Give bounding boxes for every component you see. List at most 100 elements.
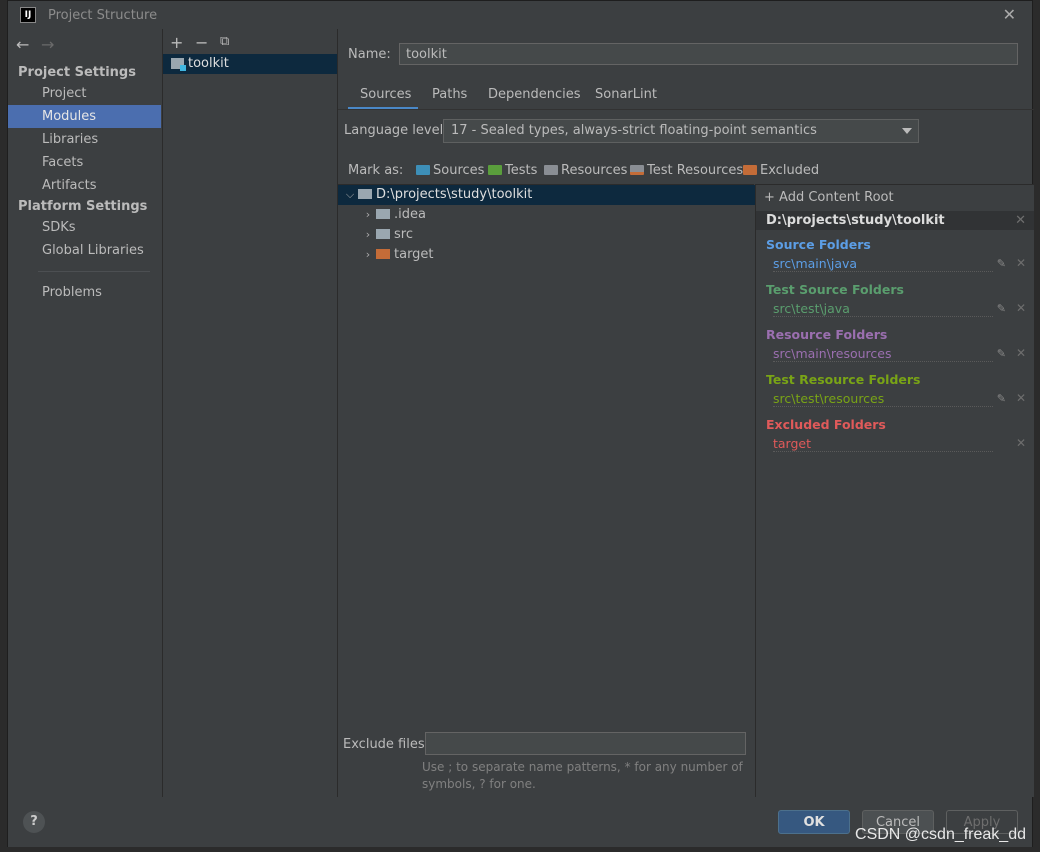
sources-folder-icon	[416, 165, 430, 175]
chevron-right-icon[interactable]: ›	[360, 225, 376, 245]
sidebar-item-project[interactable]: Project	[8, 82, 161, 105]
tests-folder-icon	[488, 165, 502, 175]
tree-item-label: D:\projects\study\toolkit	[376, 187, 533, 202]
edit-pencil-icon[interactable]: ✎	[997, 392, 1006, 405]
watermark: CSDN @csdn_freak_dd	[855, 826, 1026, 843]
module-name-input[interactable]	[399, 43, 1018, 65]
content-root-header: D:\projects\study\toolkit ✕	[756, 211, 1034, 230]
project-settings-heading: Project Settings	[18, 65, 136, 80]
folder-icon	[376, 229, 390, 239]
source-folder-path: src\main\java	[773, 256, 993, 272]
chevron-down-icon	[902, 128, 912, 134]
folder-icon	[358, 189, 372, 199]
exclude-files-hint: Use ; to separate name patterns, * for a…	[422, 759, 752, 793]
edit-pencil-icon[interactable]: ✎	[997, 302, 1006, 315]
settings-sidebar: ← → Project Settings Project Modules Lib…	[8, 29, 163, 797]
content-roots-panel: + Add Content Root D:\projects\study\too…	[755, 184, 1034, 797]
mark-as-excluded-label: Excluded	[760, 163, 820, 178]
hint-line-2: symbols, ? for one.	[422, 777, 536, 791]
project-structure-dialog: IJ Project Structure ✕ ← → Project Setti…	[7, 0, 1034, 847]
sidebar-item-libraries[interactable]: Libraries	[8, 128, 161, 151]
remove-folder-icon[interactable]: ✕	[1016, 301, 1026, 315]
hint-line-1: Use ; to separate name patterns, * for a…	[422, 760, 743, 774]
excluded-folder-icon	[743, 165, 757, 175]
mark-as-excluded-button[interactable]: Excluded	[743, 163, 819, 178]
tab-dependencies[interactable]: Dependencies	[488, 87, 581, 102]
tree-item-label: target	[394, 247, 434, 262]
close-icon[interactable]: ✕	[1003, 5, 1016, 24]
language-level-label: Language level:	[344, 123, 448, 138]
sidebar-item-facets[interactable]: Facets	[8, 151, 161, 174]
mark-as-tests-button[interactable]: Tests	[488, 163, 537, 178]
module-details: Name: Sources Paths Dependencies SonarLi…	[338, 29, 1034, 798]
test-source-folders-heading: Test Source Folders	[766, 282, 904, 297]
tree-item-src[interactable]: › src	[338, 225, 776, 245]
window-title: Project Structure	[48, 8, 158, 23]
mark-as-label: Mark as:	[348, 163, 404, 178]
source-folders-heading: Source Folders	[766, 237, 871, 252]
resources-folder-icon	[544, 165, 558, 175]
tree-item-label: src	[394, 227, 413, 242]
tab-paths[interactable]: Paths	[432, 87, 467, 102]
tree-item-root[interactable]: ⌵ D:\projects\study\toolkit	[338, 185, 758, 205]
test-source-folder-path: src\test\java	[773, 301, 993, 317]
back-arrow-icon[interactable]: ←	[16, 35, 29, 54]
sidebar-item-global-libraries[interactable]: Global Libraries	[8, 239, 161, 262]
tree-item-label: .idea	[394, 207, 426, 222]
test-resource-folder-path: src\test\resources	[773, 391, 993, 407]
tree-item-target[interactable]: › target	[338, 245, 776, 265]
excluded-folders-heading: Excluded Folders	[766, 417, 886, 432]
remove-folder-icon[interactable]: ✕	[1016, 346, 1026, 360]
mark-as-sources-label: Sources	[433, 163, 485, 178]
excluded-folder-icon	[376, 249, 390, 259]
mark-as-test-resources-button[interactable]: Test Resources	[630, 163, 743, 178]
language-level-value: 17 - Sealed types, always-strict floatin…	[451, 123, 817, 138]
copy-module-icon[interactable]: ⧉	[220, 34, 229, 49]
resource-folder-path: src\main\resources	[773, 346, 993, 362]
forward-arrow-icon[interactable]: →	[41, 35, 54, 54]
tab-sonarlint[interactable]: SonarLint	[595, 87, 657, 102]
remove-folder-icon[interactable]: ✕	[1016, 256, 1026, 270]
test-resource-folders-heading: Test Resource Folders	[766, 372, 921, 387]
sidebar-item-modules[interactable]: Modules	[8, 105, 161, 128]
folder-tree: ⌵ D:\projects\study\toolkit › .idea › src ›…	[338, 184, 758, 798]
title-bar: IJ Project Structure ✕	[8, 1, 1032, 29]
chevron-right-icon[interactable]: ›	[360, 245, 376, 265]
module-item-toolkit[interactable]: toolkit	[163, 54, 337, 74]
exclude-files-input[interactable]	[425, 732, 746, 755]
sidebar-item-artifacts[interactable]: Artifacts	[8, 174, 161, 197]
module-folder-icon	[171, 58, 186, 71]
content-root-path: D:\projects\study\toolkit	[766, 213, 945, 228]
language-level-select[interactable]: 17 - Sealed types, always-strict floatin…	[443, 119, 919, 143]
sidebar-item-problems[interactable]: Problems	[8, 281, 161, 304]
ok-button[interactable]: OK	[778, 810, 850, 834]
name-label: Name:	[348, 47, 391, 62]
sidebar-item-sdks[interactable]: SDKs	[8, 216, 161, 239]
mark-as-test-resources-label: Test Resources	[647, 163, 744, 178]
remove-content-root-icon[interactable]: ✕	[1015, 211, 1026, 230]
remove-folder-icon[interactable]: ✕	[1016, 436, 1026, 450]
remove-folder-icon[interactable]: ✕	[1016, 391, 1026, 405]
mark-as-tests-label: Tests	[505, 163, 538, 178]
chevron-right-icon[interactable]: ›	[360, 205, 376, 225]
edit-pencil-icon[interactable]: ✎	[997, 347, 1006, 360]
chevron-down-icon[interactable]: ⌵	[342, 185, 358, 205]
edit-pencil-icon[interactable]: ✎	[997, 257, 1006, 270]
intellij-logo-icon: IJ	[20, 7, 36, 23]
add-module-icon[interactable]: +	[170, 33, 183, 52]
platform-settings-heading: Platform Settings	[18, 199, 148, 214]
mark-as-resources-label: Resources	[561, 163, 628, 178]
tabs-divider	[338, 109, 1034, 110]
excluded-folder-path: target	[773, 436, 993, 452]
mark-as-resources-button[interactable]: Resources	[544, 163, 627, 178]
folder-icon	[376, 209, 390, 219]
add-content-root-button[interactable]: + Add Content Root	[764, 190, 894, 205]
module-label: toolkit	[188, 56, 229, 71]
tree-item-idea[interactable]: › .idea	[338, 205, 776, 225]
remove-module-icon[interactable]: −	[195, 33, 208, 52]
test-resources-folder-icon	[630, 165, 644, 175]
mark-as-sources-button[interactable]: Sources	[416, 163, 484, 178]
resource-folders-heading: Resource Folders	[766, 327, 888, 342]
tab-sources[interactable]: Sources	[360, 87, 411, 102]
help-button[interactable]: ?	[23, 811, 45, 833]
